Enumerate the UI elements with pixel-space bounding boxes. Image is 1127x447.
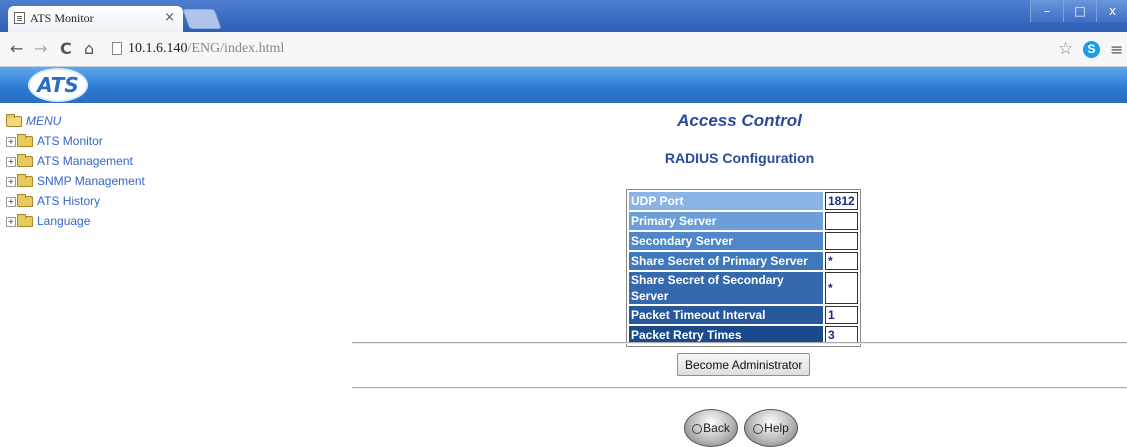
section-title: RADIUS Configuration [664,150,815,166]
sidebar-menu: MENU + ATS Monitor + ATS Management + SNMP … [6,112,145,232]
table-row: Share Secret of Primary Server * [629,252,858,270]
expand-icon[interactable]: + [6,196,16,207]
maximize-button[interactable]: □ [1063,0,1096,22]
table-row: Primary Server [629,212,858,230]
row-label: UDP Port [629,192,823,210]
table-row: Packet Timeout Interval 1 [629,306,858,324]
become-administrator-button[interactable]: Become Administrator [677,353,811,376]
row-value: 1812 [825,192,858,210]
help-label: Help [764,421,789,435]
row-value [825,212,858,230]
menu-item-label: ATS History [37,194,101,208]
row-label: Share Secret of Primary Server [629,252,823,270]
folder-icon [17,174,33,188]
table-row: Secondary Server [629,232,858,250]
page-title: Access Control [677,111,802,130]
table-row: UDP Port 1812 [629,192,858,210]
address-path: /ENG/index.html [187,41,285,56]
menu-item-ats-history[interactable]: + ATS History [6,192,145,212]
table-row: Share Secret of Secondary Server * [629,272,858,304]
menu-item-label: ATS Management [37,154,133,168]
back-button[interactable]: Back [684,409,738,447]
expand-icon[interactable]: + [6,136,16,147]
folder-icon [17,194,33,208]
home-icon[interactable]: ⌂ [84,39,94,59]
back-icon [692,423,703,434]
row-label: Secondary Server [629,232,823,250]
browser-tab[interactable]: ATS Monitor × [8,6,183,32]
minimize-button[interactable]: – [1030,0,1063,22]
folder-open-icon [6,114,22,128]
menu-root[interactable]: MENU [6,112,145,132]
ats-logo: ATS [30,70,86,100]
folder-icon [17,134,33,148]
close-window-button[interactable]: x [1096,0,1127,22]
tab-close-icon[interactable]: × [164,6,175,30]
menu-item-ats-monitor[interactable]: + ATS Monitor [6,132,145,152]
menu-item-snmp-management[interactable]: + SNMP Management [6,172,145,192]
address-bar[interactable]: 10.1.6.140/ENG/index.html [110,38,1040,60]
row-value [825,232,858,250]
address-host: 10.1.6.140 [128,41,188,56]
expand-icon[interactable]: + [6,216,16,227]
menu-item-ats-management[interactable]: + ATS Management [6,152,145,172]
skype-icon[interactable]: S [1083,41,1100,58]
row-label: Share Secret of Secondary Server [629,272,823,304]
row-label: Packet Timeout Interval [629,306,823,324]
browser-toolbar: ← → C ⌂ 10.1.6.140/ENG/index.html ☆ S ≡ [0,32,1127,67]
menu-icon[interactable]: ≡ [1110,40,1123,59]
star-icon[interactable]: ☆ [1058,39,1073,59]
menu-item-label: SNMP Management [37,174,145,188]
help-button[interactable]: Help [744,409,798,447]
forward-arrow-icon[interactable]: → [34,39,47,59]
back-label: Back [703,421,730,435]
menu-title: MENU [26,114,62,128]
row-label: Primary Server [629,212,823,230]
back-arrow-icon[interactable]: ← [10,39,23,59]
expand-icon[interactable]: + [6,176,16,187]
new-tab-button[interactable] [182,9,222,29]
menu-item-label: ATS Monitor [37,134,103,148]
row-value: * [825,272,858,304]
reload-icon[interactable]: C [60,39,72,59]
row-value: 1 [825,306,858,324]
expand-icon[interactable]: + [6,156,16,167]
help-icon [753,423,764,434]
tab-title: ATS Monitor [30,11,94,25]
page-icon [112,42,122,55]
menu-item-language[interactable]: + Language [6,212,145,232]
folder-icon [17,214,33,228]
radius-config-table: UDP Port 1812 Primary Server Secondary Serv… [626,189,861,347]
folder-icon [17,154,33,168]
page-favicon-icon [14,12,25,24]
page-header: ATS [0,67,1127,103]
divider [352,387,1127,389]
divider [352,342,1127,344]
menu-item-label: Language [37,214,91,228]
row-value: * [825,252,858,270]
browser-tab-bar: ATS Monitor × – □ x [0,0,1127,32]
